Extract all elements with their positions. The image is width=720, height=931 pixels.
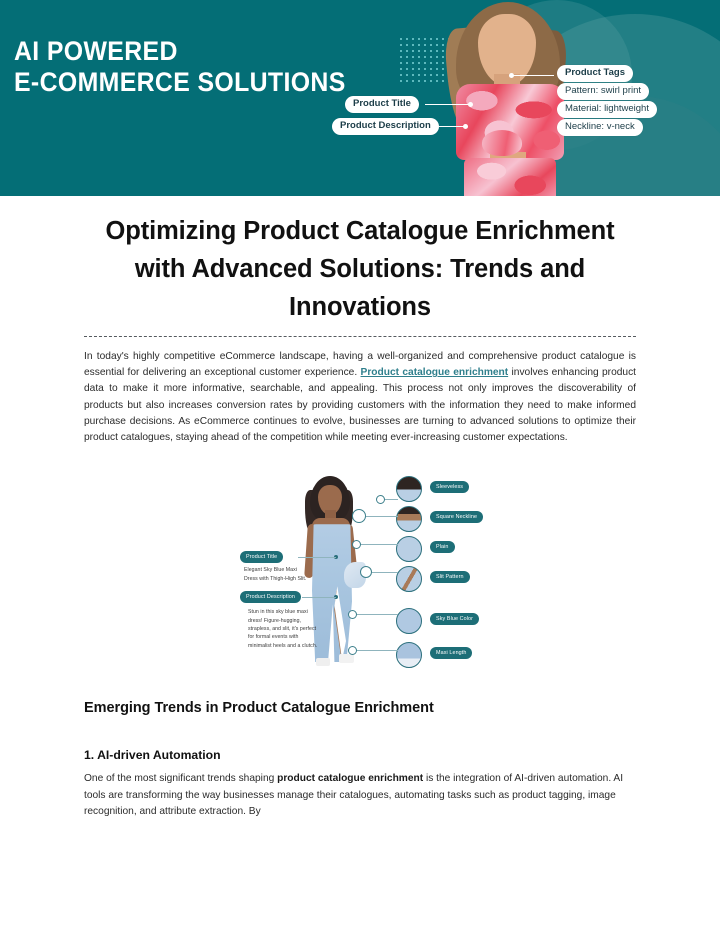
leader-line-product-description: [437, 126, 465, 127]
page-title: Optimizing Product Catalogue Enrichment …: [105, 217, 615, 321]
connector-sleeveless: [385, 499, 398, 501]
cutout-square-neckline: [396, 506, 422, 533]
intro-text-part2: involves enhancing product data to make …: [84, 367, 636, 444]
section-paragraph: One of the most significant trends shapi…: [84, 771, 636, 820]
figure-tag-sky-blue-color: Sky Blue Color: [430, 613, 480, 626]
article-body: Optimizing Product Catalogue Enrichment …: [0, 212, 720, 820]
figure-tag-maxi-length: Maxi Length: [430, 647, 473, 660]
cutout-plain: [396, 536, 422, 563]
banner-label-neckline: Neckline: v-neck: [557, 119, 643, 136]
connector-square-neckline: [366, 516, 398, 518]
banner-label-pattern: Pattern: swirl print: [557, 83, 650, 100]
cutout-sky-blue-color: [396, 608, 422, 635]
product-catalogue-enrichment-link[interactable]: Product catalogue enrichment: [361, 367, 509, 378]
callout-dot-product-title: [468, 102, 473, 107]
figure-tag-plain: Plain: [430, 541, 455, 554]
figure-tag-sleeveless: Sleeveless: [430, 481, 470, 494]
banner-headline: AI POWERED E-COMMERCE SOLUTIONS: [14, 36, 346, 97]
figure-product-title-text: Elegant Sky Blue Maxi Dress with Thigh-H…: [244, 567, 307, 582]
leader-line-product-tags: [512, 75, 554, 76]
figure-tag-square-neckline: Square Neckline: [430, 511, 484, 524]
hero-banner: AI POWERED E-COMMERCE SOLUTIONS Product …: [0, 0, 720, 196]
banner-label-material: Material: lightweight: [557, 101, 657, 118]
figure-heel-left: [316, 658, 330, 667]
connector-product-title: [298, 557, 336, 559]
section-text-part1: One of the most significant trends shapi…: [84, 773, 278, 785]
figure-heel-right: [339, 654, 354, 664]
cutout-maxi-length: [396, 642, 422, 669]
banner-label-product-description: Product Description: [332, 118, 439, 135]
connector-maxi-length: [357, 650, 398, 652]
title-divider: [84, 336, 636, 337]
cutout-sleeveless: [396, 476, 422, 503]
banner-label-product-tags: Product Tags: [557, 65, 633, 82]
leader-line-product-title: [425, 104, 470, 105]
figure-tag-slit-pattern: Slit Pattern: [430, 571, 470, 584]
connector-product-description: [302, 597, 336, 599]
section-heading: Emerging Trends in Product Catalogue Enr…: [84, 700, 434, 717]
cutout-slit-pattern: [396, 566, 422, 593]
intro-paragraph: In today's highly competitive eCommerce …: [84, 349, 636, 446]
model-tie-knot: [482, 130, 522, 156]
figure-product-description-text: Stun in this sky blue maxi dress! Figure…: [248, 609, 318, 649]
callout-dot-product-description: [463, 124, 468, 129]
figure-tag-product-description: Product Description: [240, 591, 301, 604]
anchor-ring-sleeveless: [376, 495, 385, 505]
section-subheading: 1. AI-driven Automation: [84, 748, 221, 763]
callout-dot-product-tags: [509, 73, 514, 78]
banner-label-product-title: Product Title: [345, 96, 419, 113]
connector-plain: [361, 544, 398, 546]
section-strong-phrase: product catalogue enrichment: [277, 773, 424, 785]
model-swirl-print-shorts: [464, 158, 556, 196]
connector-slit-pattern: [372, 572, 398, 574]
figure-tag-product-title: Product Title: [240, 551, 284, 564]
dress-infographic: Sleeveless Square Neckline Plain Slit Pa…: [230, 470, 490, 671]
